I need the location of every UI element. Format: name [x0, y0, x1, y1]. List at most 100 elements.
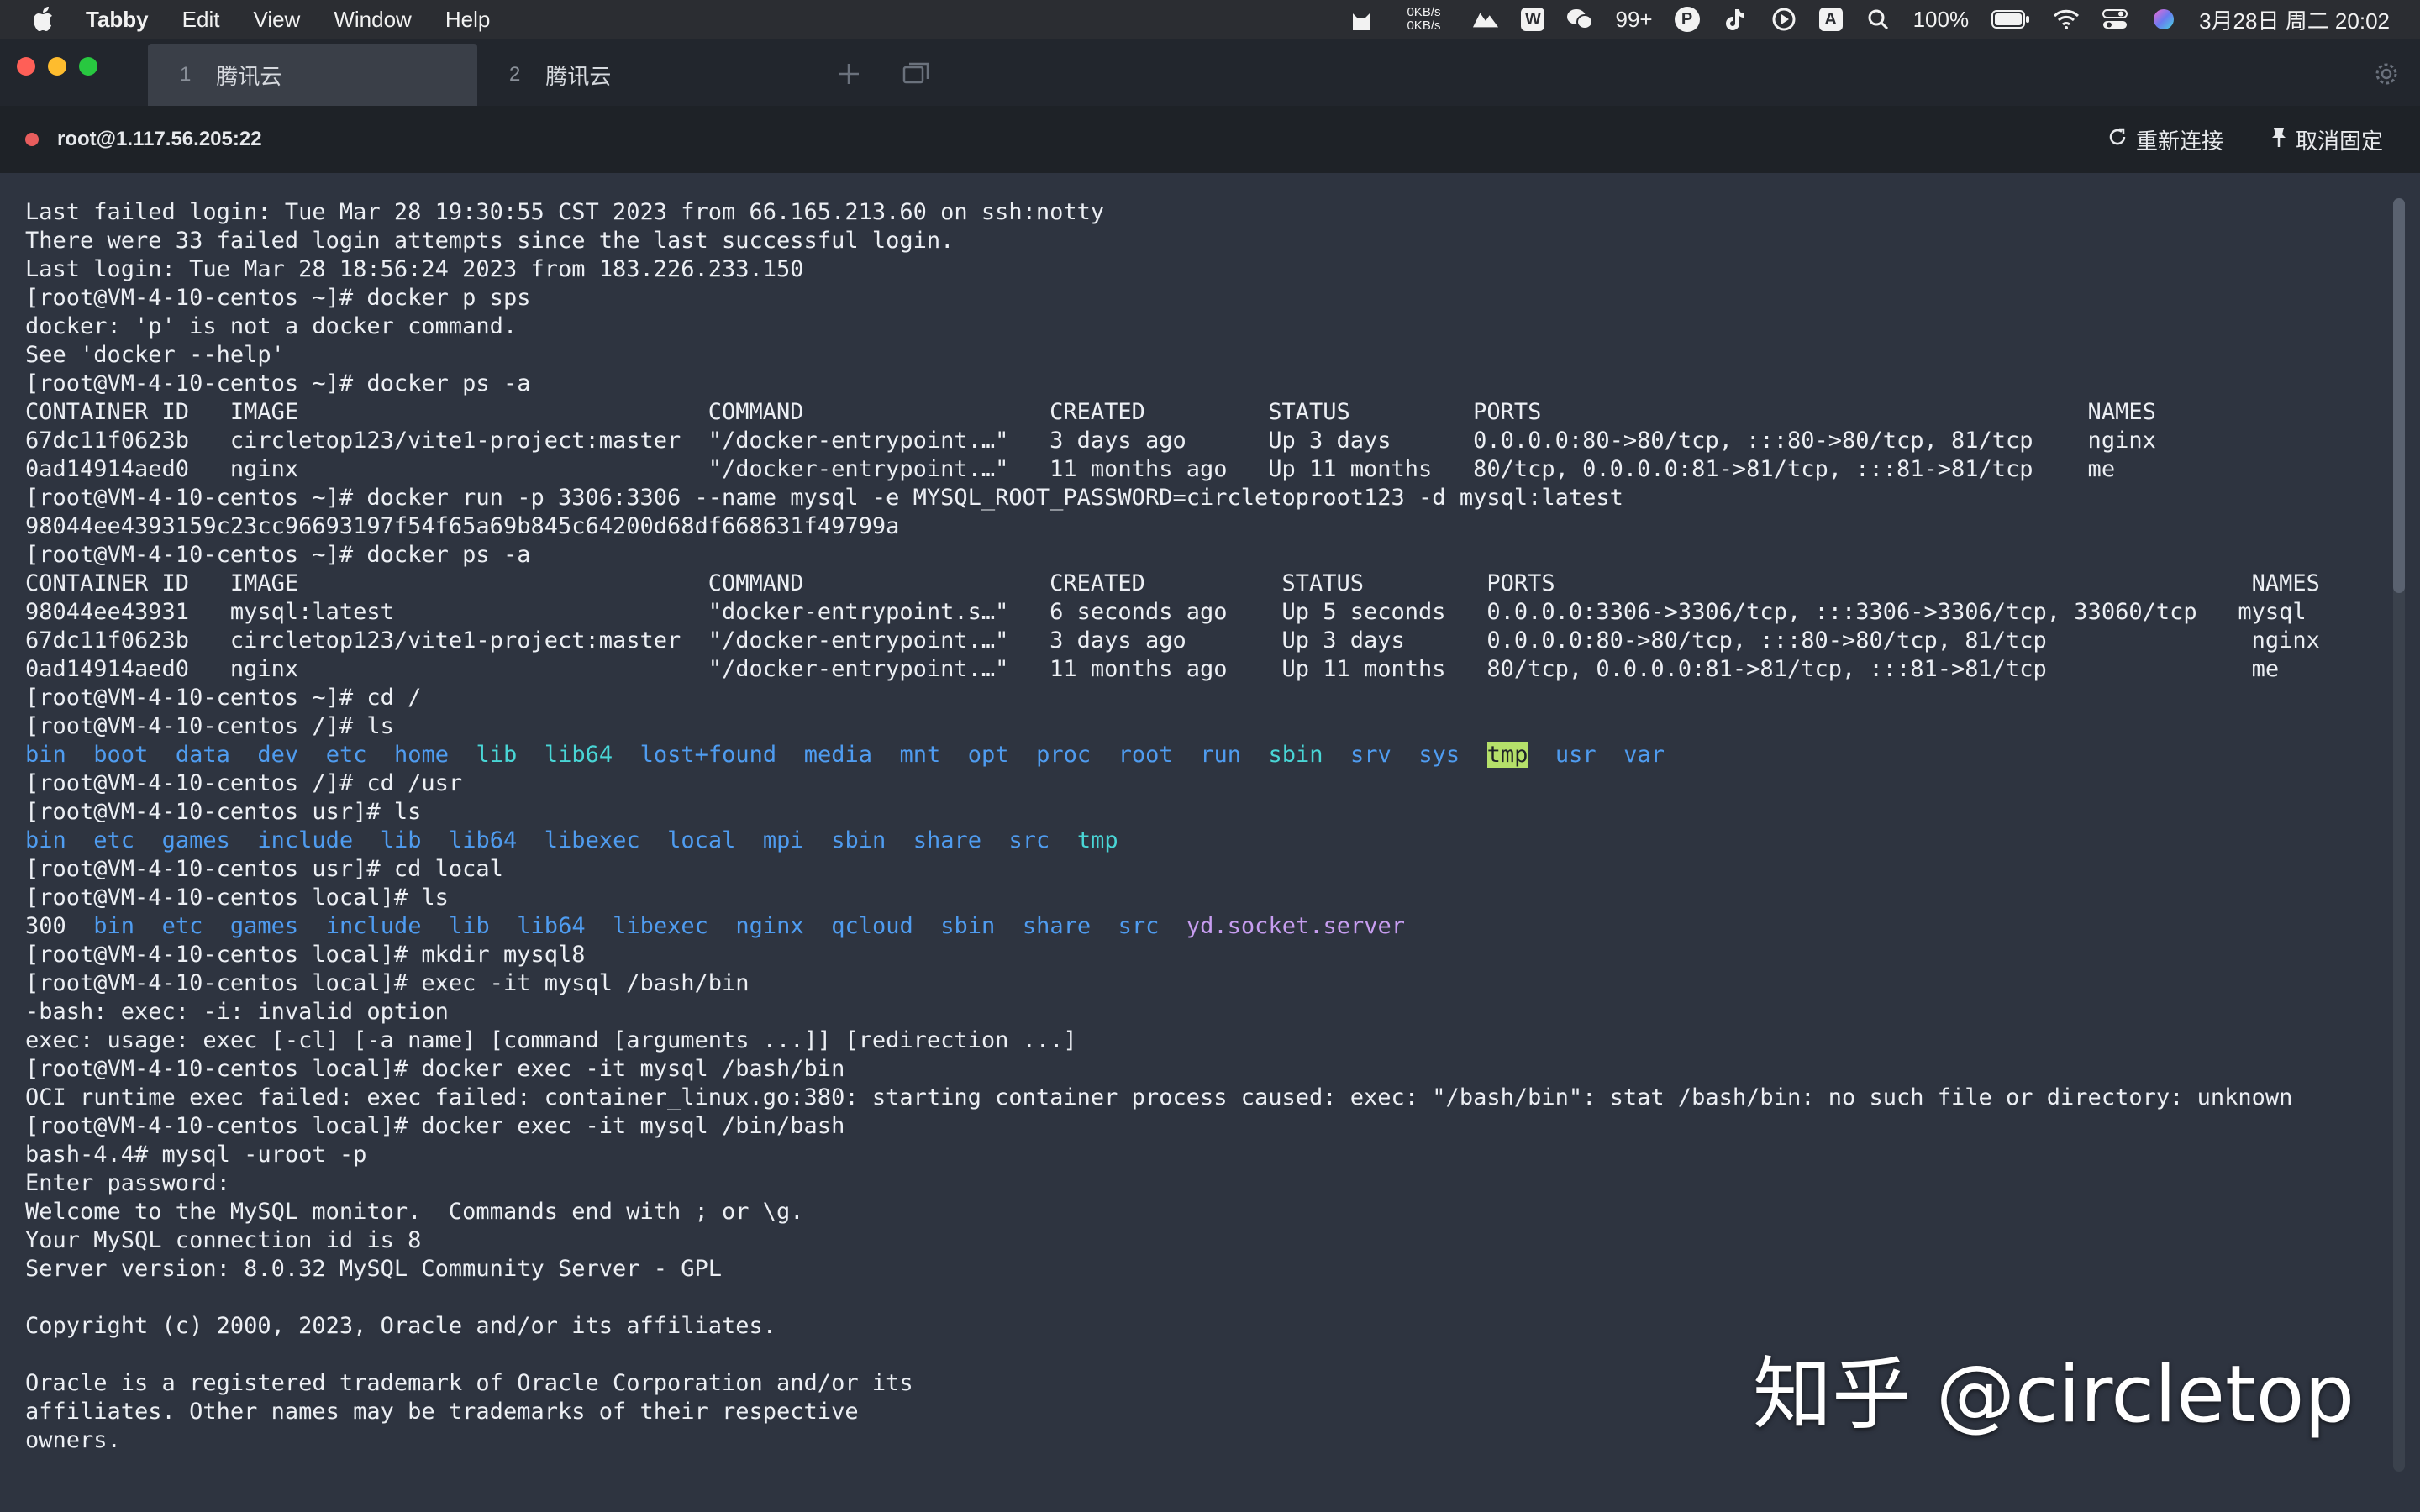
network-speed: 0KB/s 0KB/s [1397, 6, 1450, 33]
scrollbar-thumb[interactable] [2393, 198, 2405, 593]
ls-entry: sbin [940, 913, 996, 939]
ls-entry: tmp [1076, 827, 1118, 853]
ls-entry: root [1118, 742, 1173, 768]
siri-icon[interactable] [2150, 6, 2177, 33]
connection-status-dot [25, 133, 39, 146]
terminal-text: [root@VM-4-10-centos ~]# docker ps -a [25, 542, 531, 568]
tab-1[interactable]: 1 腾讯云 [148, 44, 477, 106]
play-circle-icon[interactable] [1770, 6, 1797, 33]
ls-entry: srv [1350, 742, 1392, 768]
terminal-line: Last login: Tue Mar 28 18:56:24 2023 fro… [25, 255, 2361, 284]
ls-entry: nginx [735, 913, 804, 939]
tab-index: 1 [180, 63, 192, 86]
terminal-text: docker: 'p' is not a docker command. [25, 313, 518, 339]
view-menu[interactable]: View [253, 7, 300, 33]
terminal-view[interactable]: Last failed login: Tue Mar 28 19:30:55 C… [0, 173, 2420, 1512]
unpin-button[interactable]: 取消固定 [2270, 124, 2383, 155]
wps-icon[interactable]: W [1521, 8, 1545, 31]
terminal-text: -bash: exec: -i: invalid option [25, 999, 449, 1025]
new-window-icon[interactable] [901, 59, 931, 89]
p-app-icon[interactable]: P [1674, 7, 1700, 32]
terminal-scrollbar[interactable] [2393, 198, 2405, 1472]
ls-entry: run [1200, 742, 1241, 768]
reconnect-icon [2107, 127, 2128, 153]
ls-entry: sys [1418, 742, 1460, 768]
terminal-line: [root@VM-4-10-centos usr]# ls [25, 798, 2361, 827]
tab-2[interactable]: 2 腾讯云 [477, 44, 807, 106]
apple-icon[interactable] [30, 5, 59, 34]
reconnect-button[interactable]: 重新连接 [2107, 124, 2223, 155]
close-window-button[interactable] [17, 57, 35, 76]
terminal-text: [root@VM-4-10-centos /]# cd /usr [25, 770, 463, 796]
app-menu[interactable]: Tabby [86, 7, 149, 33]
terminal-line: 67dc11f0623b circletop123/vite1-project:… [25, 427, 2361, 455]
ls-entry: etc [325, 742, 367, 768]
ls-entry: share [913, 827, 982, 853]
search-icon[interactable] [1865, 6, 1891, 33]
terminal-line: CONTAINER ID IMAGE COMMAND CREATED STATU… [25, 570, 2361, 598]
terminal-text: CONTAINER ID IMAGE COMMAND CREATED STATU… [25, 570, 2320, 596]
wifi-icon[interactable] [2053, 6, 2080, 33]
terminal-line: bash-4.4# mysql -uroot -p [25, 1141, 2361, 1169]
terminal-line: [root@VM-4-10-centos ~]# docker ps -a [25, 541, 2361, 570]
cat-icon[interactable] [1348, 6, 1375, 33]
ls-entry: lib64 [517, 913, 586, 939]
notification-count: 99+ [1615, 6, 1653, 32]
zoom-window-button[interactable] [79, 57, 97, 76]
ls-entry: lost+found [639, 742, 777, 768]
terminal-line: 300 bin etc games include lib lib64 libe… [25, 912, 2361, 941]
terminal-text: [root@VM-4-10-centos ~]# docker p sps [25, 285, 531, 311]
ls-entry: include [325, 913, 422, 939]
terminal-line: [root@VM-4-10-centos ~]# docker run -p 3… [25, 484, 2361, 512]
terminal-line: [root@VM-4-10-centos local]# docker exec… [25, 1055, 2361, 1084]
terminal-text: [root@VM-4-10-centos local]# exec -it my… [25, 970, 750, 996]
terminal-text: Copyright (c) 2000, 2023, Oracle and/or … [25, 1313, 777, 1339]
edit-menu[interactable]: Edit [182, 7, 220, 33]
watermark: 知乎 @circletop [1753, 1349, 2354, 1441]
input-method-icon[interactable]: A [1818, 8, 1843, 31]
window-menu[interactable]: Window [334, 7, 411, 33]
battery-icon[interactable] [1991, 6, 2031, 33]
minimize-window-button[interactable] [48, 57, 66, 76]
ls-entry: local [667, 827, 736, 853]
help-menu[interactable]: Help [445, 7, 490, 33]
ls-entry: src [1008, 827, 1050, 853]
new-tab-plus-icon[interactable] [834, 59, 864, 89]
mountain-icon[interactable] [1472, 6, 1499, 33]
clock[interactable]: 3月28日 周二 20:02 [2199, 4, 2390, 35]
tab-title: 腾讯云 [545, 63, 612, 89]
terminal-line: exec: usage: exec [-cl] [-a name] [comma… [25, 1026, 2361, 1055]
ls-entry: usr [1555, 742, 1597, 768]
terminal-line: [root@VM-4-10-centos ~]# cd / [25, 684, 2361, 712]
tiktok-icon[interactable] [1722, 6, 1749, 33]
terminal-line: Enter password: [25, 1169, 2361, 1198]
terminal-line: There were 33 failed login attempts sinc… [25, 227, 2361, 255]
tab-title: 腾讯云 [216, 63, 282, 89]
ls-entry: libexec [613, 913, 708, 939]
control-center-icon[interactable] [2102, 6, 2128, 33]
terminal-text: [root@VM-4-10-centos ~]# docker ps -a [25, 370, 531, 396]
settings-gear-icon[interactable] [2371, 59, 2402, 89]
terminal-text: 67dc11f0623b circletop123/vite1-project:… [25, 428, 2156, 454]
wechat-icon[interactable] [1566, 6, 1594, 33]
ls-entry: bin [25, 827, 66, 853]
